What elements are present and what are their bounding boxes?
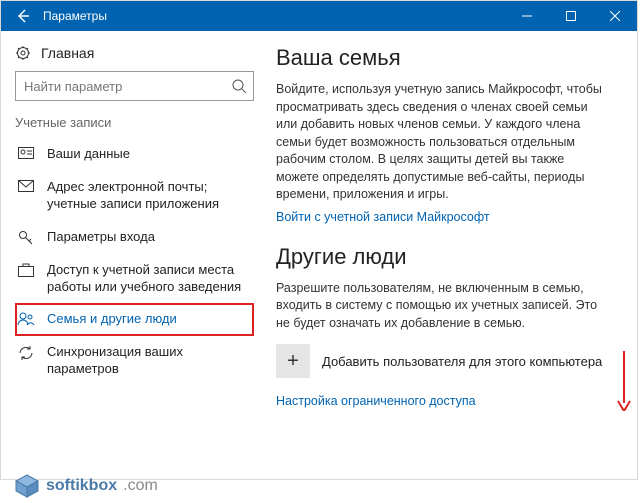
add-user-row[interactable]: + Добавить пользователя для этого компью… bbox=[276, 344, 609, 378]
briefcase-icon bbox=[17, 262, 35, 277]
nav-label: Доступ к учетной записи места работы или… bbox=[47, 262, 250, 296]
restricted-access-link[interactable]: Настройка ограниченного доступа bbox=[276, 394, 609, 408]
back-button[interactable] bbox=[7, 1, 39, 31]
watermark-brand2: .com bbox=[123, 477, 158, 495]
minimize-icon bbox=[522, 11, 532, 21]
search-icon bbox=[231, 78, 247, 94]
annotation-arrow bbox=[617, 351, 631, 411]
nav-label: Синхронизация ваших параметров bbox=[47, 344, 250, 378]
gear-icon bbox=[15, 45, 31, 61]
search-placeholder: Найти параметр bbox=[24, 79, 231, 94]
watermark: softikbox .com bbox=[14, 473, 158, 499]
arrow-left-icon bbox=[15, 8, 31, 24]
nav-item-sync[interactable]: Синхронизация ваших параметров bbox=[15, 336, 254, 386]
add-button[interactable]: + bbox=[276, 344, 310, 378]
nav-label: Параметры входа bbox=[47, 229, 155, 246]
nav-item-family[interactable]: Семья и другие люди bbox=[15, 303, 254, 336]
nav-item-signin-options[interactable]: Параметры входа bbox=[15, 221, 254, 254]
close-button[interactable] bbox=[593, 1, 637, 31]
nav-label: Семья и другие люди bbox=[47, 311, 177, 328]
nav-item-email-accounts[interactable]: Адрес электронной почты; учетные записи … bbox=[15, 171, 254, 221]
family-heading: Ваша семья bbox=[276, 45, 609, 71]
sync-icon bbox=[17, 344, 35, 361]
main-panel: Ваша семья Войдите, используя учетную за… bbox=[266, 31, 637, 479]
home-link[interactable]: Главная bbox=[15, 41, 254, 71]
settings-window: Параметры Главная Найти параметр Учетные… bbox=[0, 0, 638, 480]
nav-list: Ваши данные Адрес электронной почты; уче… bbox=[15, 138, 254, 386]
id-card-icon bbox=[17, 146, 35, 159]
nav-label: Ваши данные bbox=[47, 146, 130, 163]
family-body: Войдите, используя учетную запись Майкро… bbox=[276, 81, 609, 204]
maximize-icon bbox=[566, 11, 576, 21]
minimize-button[interactable] bbox=[505, 1, 549, 31]
section-label: Учетные записи bbox=[15, 115, 254, 130]
others-body: Разрешите пользователям, не включенным в… bbox=[276, 280, 609, 333]
maximize-button[interactable] bbox=[549, 1, 593, 31]
nav-item-work-access[interactable]: Доступ к учетной записи места работы или… bbox=[15, 254, 254, 304]
nav-item-your-info[interactable]: Ваши данные bbox=[15, 138, 254, 171]
plus-icon: + bbox=[287, 350, 299, 373]
people-icon bbox=[17, 311, 35, 326]
home-label: Главная bbox=[41, 45, 94, 61]
signin-link[interactable]: Войти с учетной записи Майкрософт bbox=[276, 210, 609, 224]
window-title: Параметры bbox=[39, 9, 505, 23]
sidebar: Главная Найти параметр Учетные записи Ва… bbox=[1, 31, 266, 479]
watermark-brand1: softikbox bbox=[46, 477, 117, 495]
close-icon bbox=[610, 11, 620, 21]
arrow-down-icon bbox=[617, 351, 631, 411]
search-input[interactable]: Найти параметр bbox=[15, 71, 254, 101]
key-icon bbox=[17, 229, 35, 246]
mail-icon bbox=[17, 179, 35, 192]
titlebar: Параметры bbox=[1, 1, 637, 31]
add-user-label: Добавить пользователя для этого компьюте… bbox=[322, 354, 602, 369]
cube-icon bbox=[14, 473, 40, 499]
nav-label: Адрес электронной почты; учетные записи … bbox=[47, 179, 250, 213]
others-heading: Другие люди bbox=[276, 244, 609, 270]
